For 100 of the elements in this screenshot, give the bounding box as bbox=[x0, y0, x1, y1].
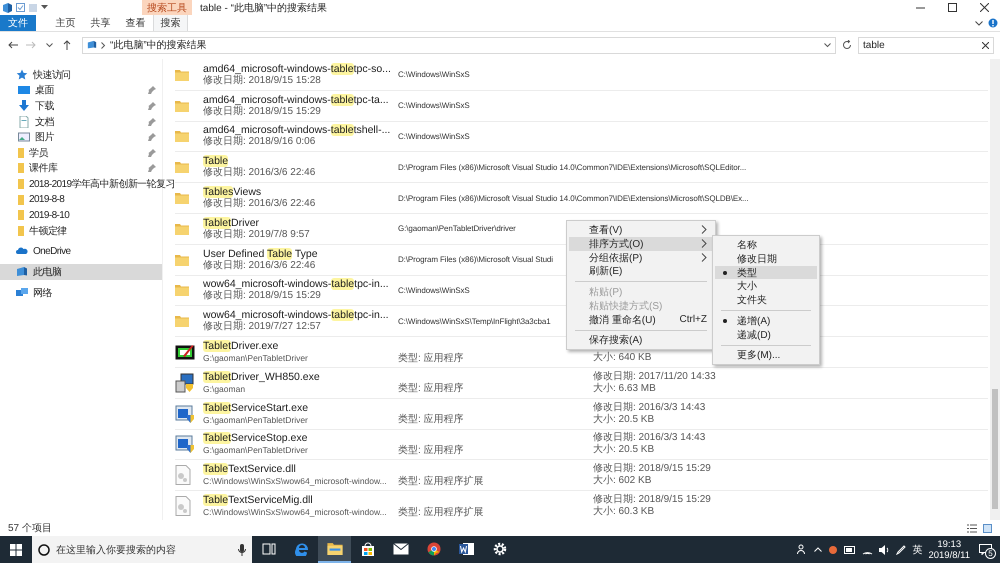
file-name[interactable]: TabletServiceStart.exe bbox=[203, 402, 308, 414]
file-location: G:\gaoman\PenTabletDriver\driver bbox=[398, 224, 516, 234]
menu-item[interactable]: 分组依据(P) bbox=[569, 250, 713, 264]
explorer-app-icon bbox=[3, 2, 12, 12]
file-name[interactable]: TableTextServiceMig.dll bbox=[203, 494, 313, 506]
search-field[interactable]: table bbox=[858, 36, 994, 54]
file-type: 类型: 应用程序 bbox=[398, 414, 464, 426]
file-location: C:\Windows\WinSxS\wow64_microsoft-window... bbox=[203, 475, 387, 488]
menu-item[interactable]: 查看(V) bbox=[569, 223, 713, 237]
maximize-icon bbox=[948, 3, 956, 12]
file-name[interactable]: TabletServiceStop.exe bbox=[203, 432, 308, 444]
file-name[interactable]: wow64_microsoft-windows-tabletpc-in... bbox=[203, 278, 389, 290]
download-icon bbox=[18, 100, 30, 112]
file-menu-button[interactable]: 文件 bbox=[0, 15, 36, 31]
menu-item[interactable]: 刷新(E) bbox=[569, 264, 713, 278]
checkbox-icon[interactable] bbox=[16, 3, 25, 12]
microphone-icon[interactable] bbox=[238, 544, 246, 556]
mail-icon bbox=[392, 542, 408, 554]
refresh-icon[interactable] bbox=[842, 40, 852, 50]
chevron-down-icon[interactable] bbox=[975, 20, 983, 26]
chevron-down-icon[interactable] bbox=[46, 42, 52, 48]
file-size: 大小: 602 KB bbox=[593, 475, 652, 488]
pin-icon bbox=[148, 164, 156, 172]
pen-icon[interactable] bbox=[896, 544, 906, 554]
modified-date: 修改日期: 2018/9/16 0:06 bbox=[203, 136, 316, 148]
menu-item[interactable]: 保存搜索(A) bbox=[569, 334, 713, 348]
chevron-down-icon[interactable] bbox=[824, 42, 831, 48]
taskbar-search-field[interactable]: 在这里输入你要搜索的内容 bbox=[32, 536, 252, 563]
network-icon bbox=[16, 286, 28, 299]
search-placeholder: 在这里输入你要搜索的内容 bbox=[56, 544, 177, 556]
window-title: table - “此电脑”中的搜索结果 bbox=[199, 2, 328, 15]
details-view-icon[interactable] bbox=[967, 524, 977, 532]
scrollbar[interactable] bbox=[990, 59, 1000, 520]
task-view-icon bbox=[262, 542, 276, 554]
menu-item[interactable]: 文件夹 bbox=[715, 293, 817, 307]
back-arrow-icon[interactable] bbox=[8, 41, 18, 49]
close-icon[interactable] bbox=[982, 42, 989, 48]
sidebar-item[interactable]: 课件库 bbox=[0, 160, 162, 176]
address-bar[interactable]: “此电脑”中的搜索结果 bbox=[82, 36, 836, 54]
modified-date: 修改日期: 2019/7/8 9:57 bbox=[203, 228, 310, 241]
pictures-icon bbox=[18, 131, 30, 144]
folder-icon bbox=[18, 209, 24, 222]
input-method-indicator[interactable]: 英 bbox=[912, 542, 922, 556]
menu-item[interactable]: 修改日期 bbox=[715, 252, 817, 266]
modified-date: 修改日期: 2016/3/6 22:46 bbox=[203, 260, 316, 272]
sidebar-item[interactable]: 快速访问 bbox=[0, 67, 162, 83]
speaker-icon[interactable] bbox=[879, 544, 890, 554]
menu-item[interactable]: 递增(A) bbox=[715, 314, 817, 328]
ribbon-tab[interactable]: 搜索 bbox=[153, 15, 188, 31]
menu-item[interactable]: 名称 bbox=[715, 238, 817, 252]
dropdown-icon[interactable] bbox=[41, 5, 48, 10]
file-size: 大小: 20.5 KB bbox=[593, 414, 654, 426]
file-location: G:\gaoman\PenTabletDriver bbox=[203, 414, 308, 426]
file-type: 类型: 应用程序扩展 bbox=[398, 506, 484, 519]
tray-app-icon[interactable] bbox=[828, 544, 838, 554]
folder-icon bbox=[18, 146, 24, 159]
clock[interactable]: 19:13 2019/8/11 bbox=[928, 538, 970, 560]
sidebar-item[interactable]: 网络 bbox=[0, 284, 162, 300]
notification-button[interactable]: 5 bbox=[976, 540, 994, 558]
sidebar-item[interactable]: OneDrive bbox=[0, 244, 162, 260]
file-name[interactable]: amd64_microsoft-windows-tabletpc-so... bbox=[203, 62, 391, 75]
sidebar-item[interactable]: 2019-8-10 bbox=[0, 207, 162, 223]
tiles-view-icon[interactable] bbox=[983, 524, 992, 532]
file-size: 大小: 6.63 MB bbox=[593, 382, 656, 395]
sidebar-item[interactable]: 2018-2019学年高中新创新一轮复习 bbox=[0, 176, 186, 192]
sidebar-item[interactable]: 2019-8-8 bbox=[0, 192, 162, 208]
chevron-up-icon[interactable] bbox=[814, 547, 822, 552]
menu-item[interactable]: 撤消 重命名(U) Ctrl+Z bbox=[569, 312, 713, 327]
sidebar-item[interactable]: 文档 bbox=[0, 114, 162, 130]
file-type: 类型: 应用程序扩展 bbox=[398, 476, 484, 488]
pin-icon bbox=[148, 118, 156, 126]
modified-date: 修改日期: 2018/9/15 15:29 bbox=[203, 106, 321, 118]
desktop-icon bbox=[18, 84, 30, 96]
word-icon bbox=[458, 542, 474, 556]
file-name[interactable]: User Defined Table Type bbox=[203, 248, 318, 260]
file-name[interactable]: Table bbox=[203, 155, 228, 168]
sidebar-item[interactable]: 此电脑 bbox=[0, 264, 162, 280]
file-name[interactable]: TabletDriver.exe bbox=[203, 340, 278, 352]
sidebar-item[interactable]: 学员 bbox=[0, 144, 162, 161]
sidebar-item[interactable]: 牛顿定律 bbox=[0, 222, 162, 239]
menu-item[interactable]: 递减(D) bbox=[715, 328, 817, 342]
file-name[interactable]: amd64_microsoft-windows-tabletpc-ta... bbox=[203, 94, 389, 106]
sidebar-item[interactable]: 下载 bbox=[0, 98, 162, 114]
notification-count: 5 bbox=[985, 548, 996, 558]
sidebar-item[interactable]: 桌面 bbox=[0, 82, 162, 98]
menu-item[interactable]: 更多(M)... bbox=[715, 348, 817, 362]
menu-item[interactable]: 大小 bbox=[715, 279, 817, 294]
gear-file-icon bbox=[175, 465, 191, 486]
file-size: 大小: 640 KB bbox=[593, 352, 652, 364]
menu-item[interactable]: 类型 bbox=[715, 266, 817, 280]
menu-item[interactable]: 排序方式(O) bbox=[569, 236, 713, 251]
up-arrow-icon[interactable] bbox=[63, 40, 71, 50]
sidebar-item[interactable]: 图片 bbox=[0, 129, 162, 145]
help-icon[interactable] bbox=[988, 18, 998, 28]
taskbar-app-button[interactable] bbox=[318, 536, 351, 563]
file-name[interactable]: TabletDriver_WH850.exe bbox=[203, 370, 320, 383]
file-name[interactable]: TableTextService.dll bbox=[203, 463, 296, 476]
folder-icon bbox=[326, 542, 342, 555]
file-name[interactable]: amd64_microsoft-windows-tabletshell-... bbox=[203, 124, 390, 136]
file-name[interactable]: wow64_microsoft-windows-tabletpc-in... bbox=[203, 309, 389, 322]
